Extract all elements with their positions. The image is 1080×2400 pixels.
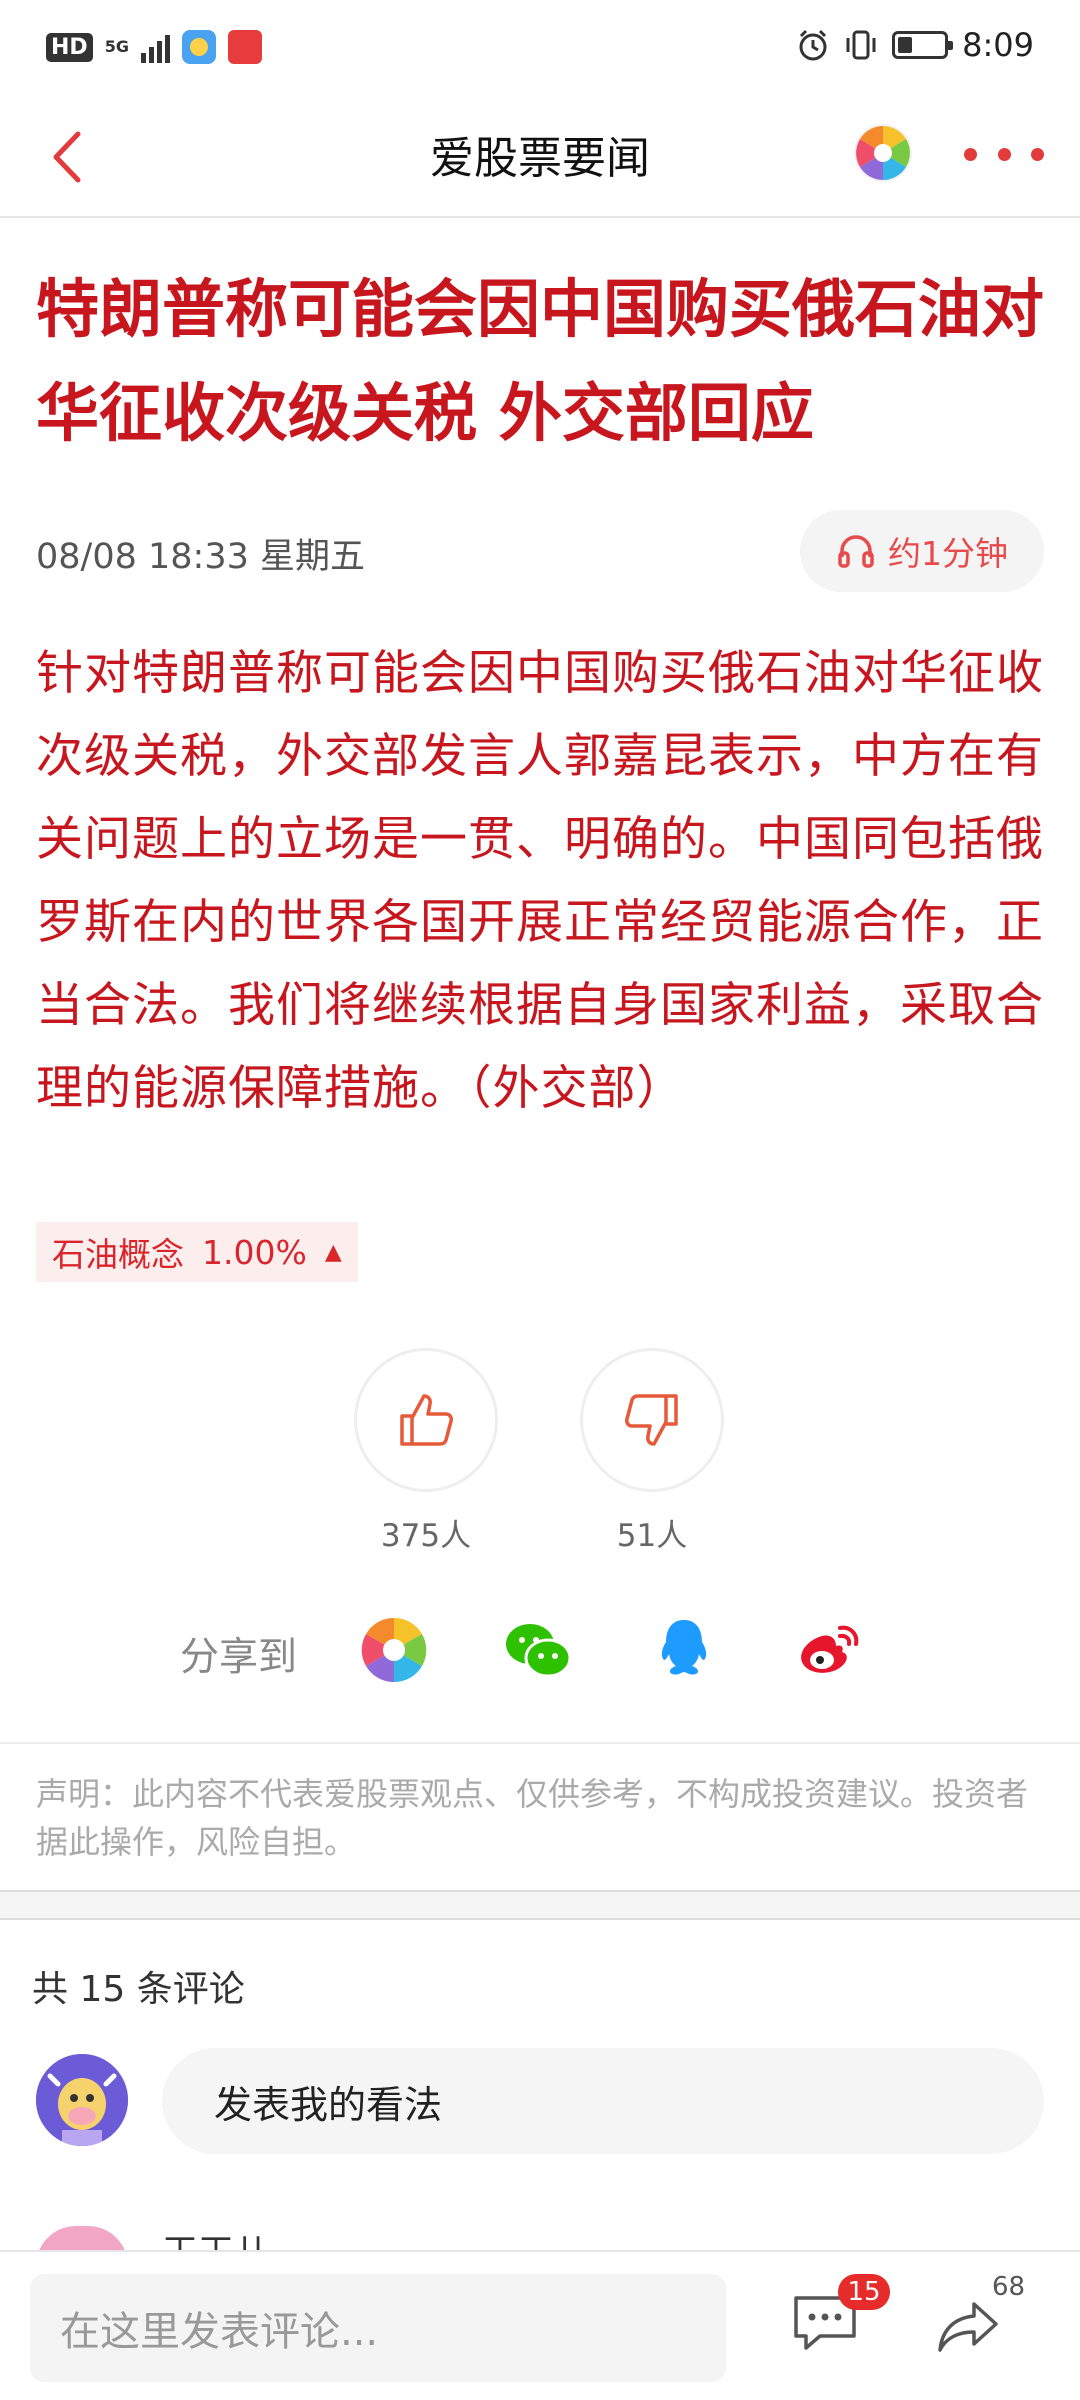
more-options-icon[interactable] <box>964 136 1044 172</box>
article-date: 08/08 18:33 星期五 <box>36 537 365 577</box>
battery-icon <box>892 31 954 59</box>
headphones-icon <box>838 535 874 568</box>
thumbs-down-icon <box>625 1394 678 1446</box>
stock-concept-name: 石油概念 <box>52 1235 184 1274</box>
share-arrow-icon[interactable] <box>934 2298 1002 2354</box>
share-aigupiao-icon[interactable] <box>358 1614 430 1686</box>
disclaimer-text: 声明：此内容不代表爱股票观点、仅供参考，不构成投资建议。投资者据此操作，风险自担… <box>36 1775 1029 1861</box>
stock-concept-change: 1.00% <box>202 1232 307 1272</box>
page-title: 爱股票要闻 <box>430 133 650 184</box>
network-type: 5G <box>104 37 129 56</box>
nav-bar: 爱股票要闻 <box>0 96 1080 218</box>
share-label: 分享到 <box>180 1635 298 1680</box>
comment-input[interactable]: 在这里发表评论... <box>30 2274 726 2382</box>
dislike-count: 51人 <box>616 1518 688 1554</box>
up-arrow-icon: ▲ <box>324 1239 342 1265</box>
status-left: HD 5G <box>46 30 262 64</box>
dislike-button[interactable] <box>580 1348 724 1492</box>
listen-duration: 约1分钟 <box>888 534 1008 573</box>
user-avatar <box>36 2054 128 2146</box>
like-count: 375人 <box>380 1518 472 1554</box>
status-bar: HD 5G 8:09 <box>0 0 1080 96</box>
bottom-bar: 在这里发表评论... 15 68 <box>0 2250 1080 2400</box>
cow-avatar-icon <box>36 2054 128 2146</box>
weibo-icon[interactable] <box>792 1614 864 1686</box>
dislike-reaction: 51人 <box>580 1348 724 1555</box>
vibrate-icon <box>846 30 876 60</box>
status-right: 8:09 <box>796 26 1034 64</box>
commenter-name: 王王儿 <box>162 2226 270 2250</box>
comments-count: 共 15 条评论 <box>32 1969 245 2010</box>
qq-icon[interactable] <box>648 1614 720 1686</box>
share-count: 68 <box>992 2272 1026 2302</box>
like-button[interactable] <box>354 1348 498 1492</box>
like-reaction: 375人 <box>354 1348 498 1555</box>
wechat-icon[interactable] <box>502 1614 574 1686</box>
stock-concept-tag[interactable]: 石油概念 1.00% ▲ <box>36 1222 358 1282</box>
divider <box>0 1742 1080 1744</box>
hd-indicator: HD <box>46 32 93 62</box>
post-opinion-input[interactable]: 发表我的看法 <box>162 2048 1044 2154</box>
comment-count-badge: 15 <box>838 2274 890 2310</box>
alarm-icon <box>799 29 827 61</box>
weather-app-icon <box>181 30 216 64</box>
aigupiao-logo-icon[interactable] <box>852 122 914 184</box>
article-body: 针对特朗普称可能会因中国购买俄石油对华征收次级关税，外交部发言人郭嘉昆表示，中方… <box>36 646 1044 1116</box>
clock: 8:09 <box>962 26 1034 64</box>
signal-icon <box>140 31 170 63</box>
article-headline: 特朗普称可能会因中国购买俄石油对华征收次级关税 外交部回应 <box>36 273 1044 450</box>
thumbs-up-icon <box>400 1394 453 1446</box>
listen-button[interactable]: 约1分钟 <box>800 510 1044 592</box>
stock-app-icon <box>227 30 262 64</box>
section-separator <box>0 1890 1080 1920</box>
